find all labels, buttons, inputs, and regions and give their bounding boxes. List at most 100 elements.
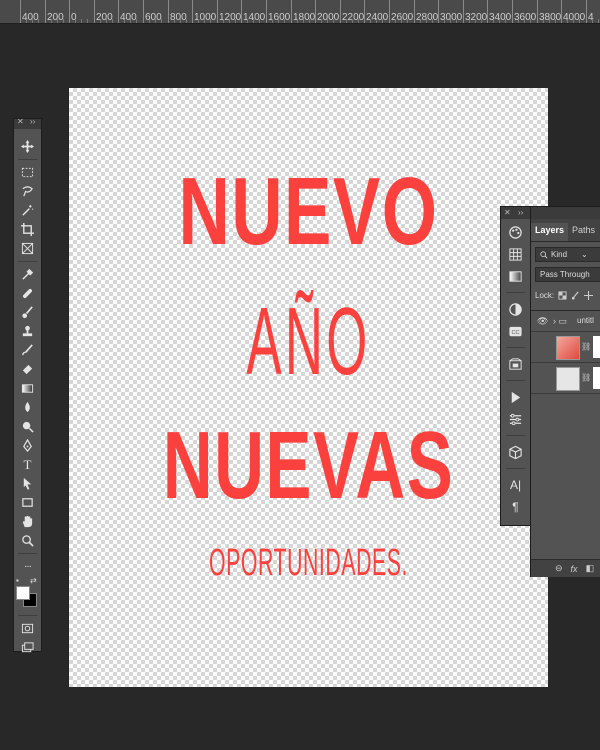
lock-position-icon[interactable] — [584, 290, 594, 300]
ruler-major-tick — [463, 0, 464, 23]
close-icon[interactable]: ✕ — [17, 117, 24, 126]
shape-tool[interactable] — [14, 493, 41, 512]
ruler-minor-tick — [444, 19, 445, 23]
collapse-icon[interactable]: ›› — [30, 117, 35, 126]
pen-tool[interactable] — [14, 436, 41, 455]
ruler-major-tick — [414, 0, 415, 23]
ruler-minor-tick — [259, 19, 260, 23]
hand-tool[interactable] — [14, 512, 41, 531]
blur-tool[interactable] — [14, 398, 41, 417]
ruler-minor-tick — [352, 19, 353, 23]
ruler-minor-tick — [223, 19, 224, 23]
poster-line-oportunidades: OPORTUNIDADES. — [208, 542, 408, 584]
swap-colors-icon[interactable]: ⇄ — [30, 576, 37, 585]
ruler-minor-tick — [592, 19, 593, 23]
ruler-minor-tick — [475, 19, 476, 23]
link-layers-icon[interactable]: ⊖ — [555, 563, 563, 574]
lasso-tool[interactable] — [14, 182, 41, 201]
layers-panel-header[interactable] — [531, 207, 600, 219]
history-brush-tool[interactable] — [14, 341, 41, 360]
foreground-color-swatch[interactable] — [16, 586, 30, 600]
dodge-tool[interactable] — [14, 417, 41, 436]
tab-layers[interactable]: Layers — [531, 223, 569, 241]
ruler-major-tick — [291, 0, 292, 23]
actions-panel-button[interactable] — [501, 386, 530, 408]
ruler-minor-tick — [456, 19, 457, 23]
screen-mode-icon — [21, 642, 34, 653]
stamp-tool[interactable] — [14, 322, 41, 341]
paragraph-panel-button[interactable]: ¶ — [501, 496, 530, 518]
default-colors-icon[interactable]: ▪ — [16, 576, 19, 585]
visibility-eye-icon[interactable]: 👁 — [537, 316, 548, 327]
brush-tool[interactable] — [14, 303, 41, 322]
brush-icon — [22, 306, 33, 319]
ruler-major-tick — [20, 0, 21, 23]
move-tool[interactable] — [14, 137, 41, 156]
ruler-label: 400 — [120, 12, 137, 23]
layer-group-row[interactable]: 👁 › ▭ untitl — [531, 311, 600, 332]
color-picker[interactable]: ▪ ⇄ — [14, 576, 41, 612]
3d-panel-button[interactable] — [501, 441, 530, 463]
fx-icon[interactable]: fx — [571, 564, 578, 574]
ruler-minor-tick — [149, 19, 150, 23]
tools-panel-header[interactable]: ✕ ›› — [14, 117, 41, 129]
artboard-icon — [509, 357, 522, 370]
marquee-tool[interactable] — [14, 163, 41, 182]
ruler-minor-tick — [136, 19, 137, 23]
ruler-minor-tick — [57, 19, 58, 23]
ruler-minor-tick — [555, 19, 556, 23]
quick-mask-button[interactable] — [14, 619, 41, 638]
document-canvas[interactable]: NUEVO AÑO NUEVAS OPORTUNIDADES. — [69, 88, 548, 687]
link-icon: ⛓ — [581, 373, 592, 382]
gradients-panel-button[interactable] — [501, 265, 530, 287]
add-mask-icon[interactable]: ◧ — [586, 563, 595, 574]
layer-filter-select[interactable]: Kind ⌄ — [535, 247, 600, 262]
ruler-major-tick — [512, 0, 513, 23]
ruler-minor-tick — [75, 19, 76, 23]
properties-panel-button[interactable] — [501, 408, 530, 430]
artboard-panel-button[interactable] — [501, 353, 530, 375]
ruler-minor-tick — [346, 19, 347, 23]
color-panel-button[interactable] — [501, 221, 530, 243]
eyedropper-tool[interactable] — [14, 265, 41, 284]
path-selection-tool[interactable] — [14, 474, 41, 493]
ruler-minor-tick — [161, 19, 162, 23]
crop-tool[interactable] — [14, 220, 41, 239]
ruler-minor-tick — [180, 19, 181, 23]
blend-mode-select[interactable]: Pass Through — [535, 267, 600, 282]
layer-row[interactable]: ⛓ — [531, 332, 600, 363]
properties-icon — [509, 413, 522, 425]
gradient-tool[interactable] — [14, 379, 41, 398]
ruler-major-tick — [143, 0, 144, 23]
lock-row: Lock: — [531, 288, 600, 302]
ruler-minor-tick — [321, 19, 322, 23]
type-tool[interactable]: T — [14, 455, 41, 474]
close-icon[interactable]: ✕ — [504, 208, 511, 217]
pen-icon — [23, 439, 32, 452]
eraser-tool[interactable] — [14, 360, 41, 379]
more-tools[interactable]: ··· — [14, 557, 41, 576]
zoom-tool[interactable] — [14, 531, 41, 550]
ruler-major-tick — [69, 0, 70, 23]
healing-tool[interactable] — [14, 284, 41, 303]
swatches-panel-button[interactable] — [501, 243, 530, 265]
paragraph-icon: ¶ — [512, 500, 519, 514]
lock-transparent-icon[interactable] — [558, 290, 567, 300]
character-panel-button[interactable]: A| — [501, 474, 530, 496]
blur-icon — [25, 401, 30, 413]
tab-paths[interactable]: Paths — [568, 223, 599, 241]
lock-pixels-icon[interactable] — [571, 291, 580, 300]
libraries-panel-button[interactable]: CC — [501, 320, 530, 342]
grid-icon — [509, 247, 522, 261]
layer-row[interactable]: ⛓ — [531, 363, 600, 394]
adjustments-panel-button[interactable] — [501, 298, 530, 320]
collapse-icon[interactable]: ›› — [518, 208, 523, 217]
ruler-minor-tick — [100, 19, 101, 23]
layers-panel: Layers Paths Kind ⌄ Pass Through Lock: 👁… — [530, 206, 600, 577]
frame-tool[interactable] — [14, 239, 41, 258]
screen-mode-button[interactable] — [14, 638, 41, 657]
ruler-major-tick — [241, 0, 242, 23]
strip-header[interactable]: ✕ ›› — [501, 207, 530, 219]
magic-wand-tool[interactable] — [14, 201, 41, 220]
ruler-major-tick — [217, 0, 218, 23]
